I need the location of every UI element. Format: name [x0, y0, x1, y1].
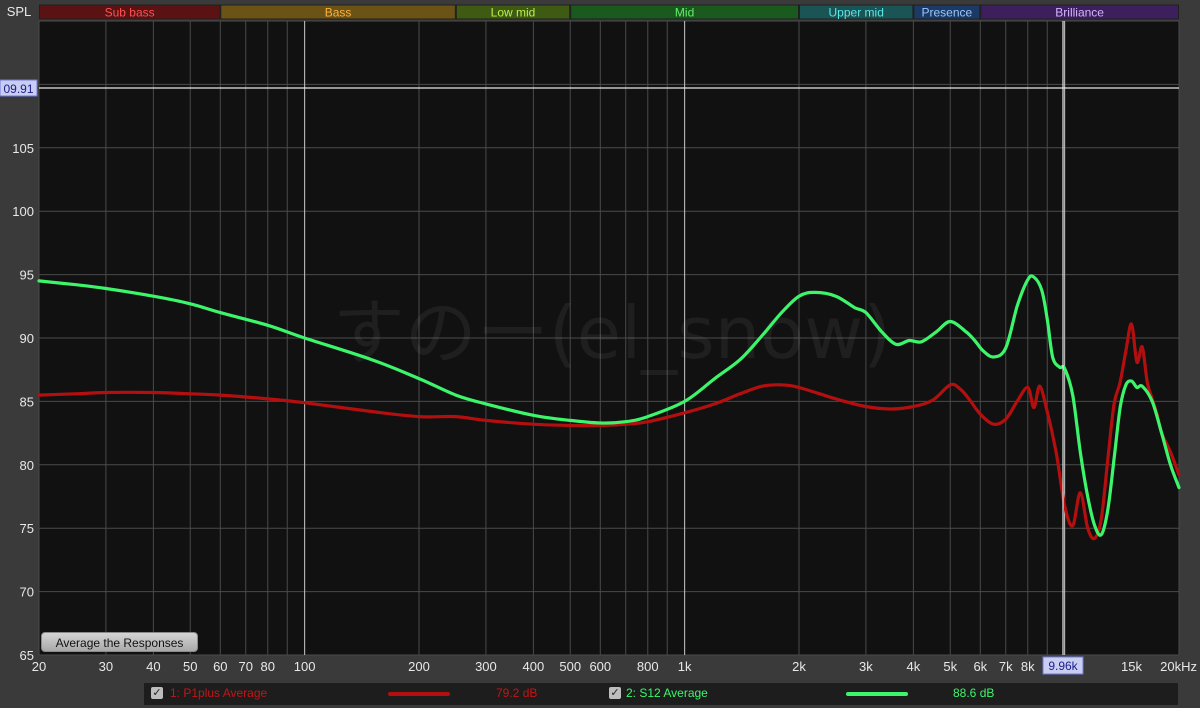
y-axis-title: SPL	[7, 4, 32, 19]
series-2-checkbox[interactable]: ✓	[609, 687, 621, 699]
y-tick-label: 105	[12, 141, 34, 156]
series-2-value: 88.6 dB	[953, 686, 995, 700]
y-tick-label: 100	[12, 204, 34, 219]
band-label: Brilliance	[1055, 6, 1104, 20]
x-tick-label: 200	[408, 659, 430, 674]
x-tick-label: 30	[99, 659, 113, 674]
band-label: Low mid	[491, 6, 536, 20]
x-axis-ticks: 20 30 40 50 60 70 80 100 200 300 400 500 600 800 1k 2k 3…	[32, 659, 1197, 674]
series-1-label[interactable]: 1: P1plus Average	[170, 686, 267, 700]
frequency-response-window: すのー(el_snow) Sub bass Bass Low mid Mid Upper…	[0, 0, 1200, 708]
series-2-label[interactable]: 2: S12 Average	[626, 686, 708, 700]
frequency-response-chart: すのー(el_snow) Sub bass Bass Low mid Mid Upper…	[0, 4, 1197, 675]
x-tick-label: 300	[475, 659, 497, 674]
watermark-text: すのー(el_snow)	[333, 291, 892, 375]
x-tick-label: 4k	[907, 659, 921, 674]
x-tick-label: 2k	[792, 659, 806, 674]
x-tick-label: 15k	[1121, 659, 1142, 674]
x-tick-label: 20	[32, 659, 46, 674]
y-axis-ticks: 10510095908580757065	[12, 141, 34, 663]
x-tick-label: 7k	[999, 659, 1013, 674]
x-tick-label: 400	[523, 659, 545, 674]
x-tick-label: 40	[146, 659, 160, 674]
x-tick-label: 100	[294, 659, 316, 674]
x-tick-label: 6k	[973, 659, 987, 674]
frequency-band-bar: Sub bass Bass Low mid Mid Upper mid Presence B…	[39, 4, 1180, 20]
band-label: Presence	[921, 6, 972, 20]
y-tick-label: 95	[20, 268, 34, 283]
band-label: Sub bass	[105, 6, 155, 20]
x-tick-label: 50	[183, 659, 197, 674]
band-label: Mid	[675, 6, 694, 20]
series-1-swatch	[388, 692, 450, 696]
x-tick-label: 80	[261, 659, 275, 674]
y-tick-label: 90	[20, 331, 34, 346]
y-tick-label: 80	[20, 458, 34, 473]
cursor-y-readout: 09.91	[3, 82, 33, 96]
series-2-swatch	[846, 692, 908, 696]
cursor-x-readout: 9.96k	[1048, 659, 1078, 673]
y-tick-label: 85	[20, 394, 34, 409]
series-1-checkbox[interactable]: ✓	[151, 687, 163, 699]
x-tick-label: 600	[589, 659, 611, 674]
series-1-value: 79.2 dB	[496, 686, 538, 700]
y-tick-label: 70	[20, 585, 34, 600]
legend-bar: ✓ 1: P1plus Average 79.2 dB ✓ 2: S12 Ave…	[144, 683, 1178, 705]
average-responses-button[interactable]: Average the Responses	[41, 632, 198, 652]
x-tick-label: 60	[213, 659, 227, 674]
x-tick-label: 3k	[859, 659, 873, 674]
band-label: Upper mid	[829, 6, 884, 20]
x-tick-label: 8k	[1021, 659, 1035, 674]
x-tick-label: 500	[559, 659, 581, 674]
x-tick-label: 20kHz	[1160, 659, 1197, 674]
x-tick-label: 5k	[943, 659, 957, 674]
x-tick-label: 70	[239, 659, 253, 674]
x-tick-label: 800	[637, 659, 659, 674]
y-tick-label: 75	[20, 521, 34, 536]
band-label: Bass	[325, 6, 352, 20]
x-tick-label: 1k	[678, 659, 692, 674]
